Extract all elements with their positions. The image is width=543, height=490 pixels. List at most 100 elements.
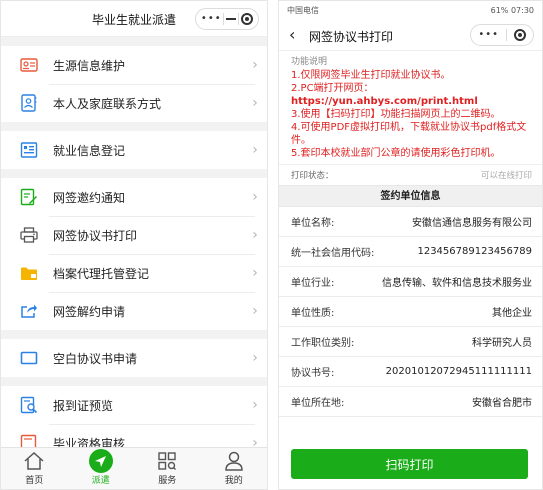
menu-item-label: 报到证预览	[53, 398, 114, 413]
menu-group: 空白协议书申请 ›	[1, 339, 267, 377]
menu-item-agreement-print[interactable]: 网签协议书打印 ›	[1, 216, 267, 254]
scan-print-button[interactable]: 扫码打印	[291, 449, 528, 479]
menu-item-contacts[interactable]: 本人及家庭联系方式 ›	[1, 84, 267, 122]
menu-group: 就业信息登记 ›	[1, 131, 267, 169]
folder-icon	[19, 263, 39, 283]
mini-program-titlebar: 毕业生就业派遣 •••	[1, 1, 267, 37]
menu-item-label: 就业信息登记	[53, 143, 126, 158]
menu-item-blank-agreement[interactable]: 空白协议书申请 ›	[1, 339, 267, 377]
print-url-link[interactable]: https://yun.ahbys.com/print.html	[291, 95, 532, 108]
chevron-right-icon: ›	[252, 397, 258, 413]
menu-group: 生源信息维护 › 本人及家庭联系方式 ›	[1, 46, 267, 122]
tab-label: 我的	[224, 476, 243, 486]
menu-item-label: 本人及家庭联系方式	[53, 96, 162, 111]
tab-label: 派遣	[91, 476, 110, 486]
field-label: 协议书号:	[291, 368, 335, 379]
capsule-divider	[223, 13, 225, 25]
capsule-divider	[505, 29, 507, 41]
field-label: 单位所在地:	[291, 398, 345, 409]
menu-item-label: 空白协议书申请	[53, 351, 138, 366]
tab-dispatch[interactable]: 派遣	[68, 448, 135, 489]
instruction-line: 4.可使用PDF虚拟打印机，下载就业协议书pdf格式文件。	[291, 122, 527, 146]
close-icon[interactable]	[241, 13, 254, 25]
right-phone-screen: 中国电信 61% 07:30 ‹ 网签协议书打印 ••• 功能说明 1.仅限网签…	[278, 0, 543, 490]
minimize-icon[interactable]	[226, 18, 237, 20]
capsule-divider	[238, 13, 240, 25]
close-icon[interactable]	[513, 29, 526, 41]
left-phone-screen: 毕业生就业派遣 ••• 生源信息维护 › 本人及家庭联系方式 › 就业信息登记 …	[0, 0, 268, 490]
tab-mine[interactable]: 我的	[201, 448, 268, 489]
chevron-right-icon: ›	[252, 95, 258, 111]
field-label: 单位名称:	[291, 218, 335, 229]
contacts-icon	[19, 93, 39, 113]
field-value: 安徽省合肥市	[472, 398, 532, 409]
chevron-right-icon: ›	[252, 303, 258, 319]
print-status-value: 可以在线打印	[480, 171, 532, 181]
capsule-menu[interactable]: •••	[195, 8, 259, 30]
building-icon	[19, 140, 39, 160]
field-label: 单位性质:	[291, 308, 335, 319]
instruction-list: 1.仅限网签毕业生打印就业协议书。 2.PC端打开网页： https://yun…	[279, 69, 542, 164]
chevron-right-icon: ›	[252, 142, 258, 158]
instruction-line: 1.仅限网签毕业生打印就业协议书。	[291, 70, 451, 81]
instruction-line: 5.套印本校就业部门公章的请使用彩色打印机。	[291, 148, 501, 159]
bottom-action-area: 扫码打印	[279, 437, 542, 489]
field-row: 统一社会信用代码: 12345678912345678​9	[279, 237, 542, 267]
more-icon[interactable]: •••	[478, 30, 499, 40]
more-icon[interactable]: •••	[201, 14, 222, 24]
certificate-preview-icon	[19, 395, 39, 415]
section-title: 签约单位信息	[279, 185, 542, 207]
menu-item-employment-register[interactable]: 就业信息登记 ›	[1, 131, 267, 169]
chevron-right-icon: ›	[252, 265, 258, 281]
menu-group: 网签邀约通知 › 网签协议书打印 › 档案代理托管登记 › 网签解约申请 ›	[1, 178, 267, 330]
menu-item-label: 档案代理托管登记	[53, 266, 150, 281]
field-row: 协议书号: 20201012072945111111111	[279, 357, 542, 387]
edit-document-icon	[19, 187, 39, 207]
clock: 07:30	[510, 5, 534, 15]
field-label: 统一社会信用代码:	[291, 248, 375, 259]
menu-item-source-info[interactable]: 生源信息维护 ›	[1, 46, 267, 84]
field-row: 工作职位类别: 科学研究人员	[279, 327, 542, 357]
blank-form-icon	[19, 348, 39, 368]
grid-icon	[157, 449, 177, 473]
instruction-line: 3.使用【扫码打印】功能扫描网页上的二维码。	[291, 109, 501, 120]
tab-label: 首页	[25, 476, 44, 486]
share-out-icon	[19, 301, 39, 321]
capsule-menu[interactable]: •••	[470, 24, 534, 46]
field-row: 单位名称: 安徽信通信息服务有限公司	[279, 207, 542, 237]
instruction-line: 2.PC端打开网页：	[291, 83, 374, 94]
field-label: 单位行业:	[291, 278, 335, 289]
field-row: 单位行业: 信息传输、软件和信息技术服务业	[279, 267, 542, 297]
function-description-title: 功能说明	[291, 57, 328, 67]
chevron-right-icon: ›	[252, 350, 258, 366]
tab-service[interactable]: 服务	[134, 448, 201, 489]
field-value: 其他企业	[492, 308, 532, 319]
home-icon	[23, 449, 45, 473]
menu-item-label: 网签协议书打印	[53, 228, 138, 243]
field-value: 12345678912345678​9	[417, 246, 532, 257]
status-right: 61% 07:30	[491, 6, 534, 15]
menu-item-cancel-request[interactable]: 网签解约申请 ›	[1, 292, 267, 330]
field-value: 安徽信通信息服务有限公司	[412, 218, 532, 229]
menu-item-archive-register[interactable]: 档案代理托管登记 ›	[1, 254, 267, 292]
id-card-icon	[19, 55, 39, 75]
chevron-right-icon: ›	[252, 189, 258, 205]
field-value: 20201012072945111111111	[385, 366, 532, 377]
field-label: 工作职位类别:	[291, 338, 355, 349]
menu-item-certificate-preview[interactable]: 报到证预览 ›	[1, 386, 267, 424]
tab-label: 服务	[158, 476, 177, 486]
nav-bar: ‹ 网签协议书打印 •••	[279, 19, 542, 51]
printer-icon	[19, 225, 39, 245]
battery-level: 61%	[490, 5, 509, 15]
field-row: 单位所在地: 安徽省合肥市	[279, 387, 542, 417]
tab-home[interactable]: 首页	[1, 448, 68, 489]
bottom-tab-bar: 首页 派遣 服务 我的	[1, 447, 267, 489]
chevron-right-icon: ›	[252, 57, 258, 73]
field-value: 科学研究人员	[472, 338, 532, 349]
back-arrow-icon[interactable]: ‹	[289, 25, 295, 44]
user-icon	[224, 449, 244, 473]
menu-item-sign-invite[interactable]: 网签邀约通知 ›	[1, 178, 267, 216]
field-row: 单位性质: 其他企业	[279, 297, 542, 327]
print-status-row: 打印状态： 可以在线打印	[279, 164, 542, 185]
page-title: 网签协议书打印	[309, 30, 394, 44]
